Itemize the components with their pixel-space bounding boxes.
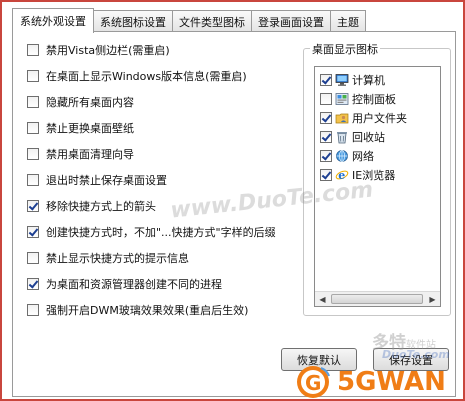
- scroll-left-arrow-icon[interactable]: ◀: [315, 292, 330, 306]
- svg-text:e: e: [338, 169, 345, 182]
- option-label: 禁用Vista侧边栏(需重启): [46, 44, 170, 57]
- tab-file-type-icons[interactable]: 文件类型图标: [172, 10, 252, 32]
- scroll-thumb[interactable]: [331, 294, 423, 304]
- checkbox[interactable]: [27, 304, 39, 316]
- checkbox[interactable]: [320, 112, 332, 124]
- tab-bar: 系统外观设置 系统图标设置 文件类型图标 登录画面设置 主题: [12, 8, 366, 33]
- ie-icon: e: [335, 168, 349, 182]
- checkbox[interactable]: [27, 122, 39, 134]
- control-panel-icon: [335, 92, 349, 106]
- computer-icon: [335, 73, 349, 87]
- list-item-control-panel[interactable]: 控制面板: [320, 90, 396, 108]
- checkbox[interactable]: [27, 252, 39, 264]
- option-no-shortcut-suffix[interactable]: 创建快捷方式时，不加"...快捷方式"字样的后缀: [27, 224, 276, 240]
- option-disable-vista-sidebar[interactable]: 禁用Vista侧边栏(需重启): [27, 42, 170, 58]
- list-item-ie-browser[interactable]: e IE浏览器: [320, 166, 395, 184]
- user-folder-icon: [335, 111, 349, 125]
- 5gwan-logo: G 5GWAN: [293, 363, 463, 401]
- checkbox[interactable]: [320, 74, 332, 86]
- horizontal-scrollbar[interactable]: ◀ ▶: [315, 291, 440, 306]
- option-label: 禁止更换桌面壁纸: [46, 122, 134, 135]
- checkbox[interactable]: [27, 96, 39, 108]
- svg-text:G: G: [305, 371, 321, 395]
- checkbox[interactable]: [320, 169, 332, 181]
- option-label: 创建快捷方式时，不加"...快捷方式"字样的后缀: [46, 226, 276, 239]
- option-label: 强制开启DWM玻璃效果效果(重启后生效): [46, 304, 249, 317]
- tab-theme[interactable]: 主题: [330, 10, 366, 32]
- checkbox[interactable]: [27, 278, 39, 290]
- logo-text: 5GWAN: [337, 367, 446, 397]
- tab-panel: 禁用Vista侧边栏(需重启) 在桌面上显示Windows版本信息(需重启) 隐…: [12, 31, 456, 397]
- option-show-windows-version[interactable]: 在桌面上显示Windows版本信息(需重启): [27, 68, 247, 84]
- tab-login-screen[interactable]: 登录画面设置: [251, 10, 331, 32]
- tab-system-appearance[interactable]: 系统外观设置: [12, 8, 94, 33]
- list-item-label: 网络: [352, 150, 374, 163]
- option-disable-cleanup-wizard[interactable]: 禁用桌面清理向导: [27, 146, 134, 162]
- list-item-recycle-bin[interactable]: 回收站: [320, 128, 385, 146]
- option-label: 为桌面和资源管理器创建不同的进程: [46, 278, 222, 291]
- desktop-icons-list[interactable]: 计算机 控制面板 用户文件夹 回收站 网络 e IE浏览器 ◀ ▶: [314, 66, 441, 307]
- checkbox[interactable]: [27, 200, 39, 212]
- option-label: 禁止显示快捷方式的提示信息: [46, 252, 189, 265]
- list-item-computer[interactable]: 计算机: [320, 71, 385, 89]
- checkbox[interactable]: [27, 44, 39, 56]
- checkbox[interactable]: [320, 131, 332, 143]
- option-force-dwm-glass[interactable]: 强制开启DWM玻璃效果效果(重启后生效): [27, 302, 248, 318]
- list-item-label: 计算机: [352, 74, 385, 87]
- list-item-label: 用户文件夹: [352, 112, 407, 125]
- list-item-label: 回收站: [352, 131, 385, 144]
- settings-window: 系统外观设置 系统图标设置 文件类型图标 登录画面设置 主题 禁用Vista侧边…: [0, 0, 465, 401]
- option-hide-shortcut-tooltip[interactable]: 禁止显示快捷方式的提示信息: [27, 250, 189, 266]
- checkbox[interactable]: [27, 226, 39, 238]
- checkbox[interactable]: [27, 174, 39, 186]
- list-item-network[interactable]: 网络: [320, 147, 374, 165]
- checkbox[interactable]: [320, 150, 332, 162]
- option-label: 隐藏所有桌面内容: [46, 96, 134, 109]
- network-icon: [335, 149, 349, 163]
- list-item-label: IE浏览器: [352, 169, 396, 182]
- option-disable-wallpaper-change[interactable]: 禁止更换桌面壁纸: [27, 120, 134, 136]
- scroll-right-arrow-icon[interactable]: ▶: [425, 292, 440, 306]
- checkbox[interactable]: [27, 70, 39, 82]
- 5gwan-logo-mark-icon: G: [297, 366, 331, 398]
- recycle-bin-icon: [335, 130, 349, 144]
- option-label: 退出时禁止保存桌面设置: [46, 174, 167, 187]
- list-item-user-folder[interactable]: 用户文件夹: [320, 109, 407, 127]
- option-label: 在桌面上显示Windows版本信息(需重启): [46, 70, 247, 83]
- checkbox[interactable]: [320, 93, 332, 105]
- group-title: 桌面显示图标: [310, 41, 380, 57]
- option-label: 移除快捷方式上的箭头: [46, 200, 156, 213]
- list-item-label: 控制面板: [352, 93, 396, 106]
- tab-system-icons[interactable]: 系统图标设置: [93, 10, 173, 32]
- option-label: 禁用桌面清理向导: [46, 148, 134, 161]
- option-separate-explorer-process[interactable]: 为桌面和资源管理器创建不同的进程: [27, 276, 222, 292]
- option-remove-shortcut-arrow[interactable]: 移除快捷方式上的箭头: [27, 198, 156, 214]
- option-hide-desktop-content[interactable]: 隐藏所有桌面内容: [27, 94, 134, 110]
- desktop-icons-group: 桌面显示图标 计算机 控制面板 用户文件夹 回收站 网络 e IE浏览器 ◀ ▶: [303, 41, 451, 316]
- option-no-save-desktop-on-exit[interactable]: 退出时禁止保存桌面设置: [27, 172, 167, 188]
- checkbox[interactable]: [27, 148, 39, 160]
